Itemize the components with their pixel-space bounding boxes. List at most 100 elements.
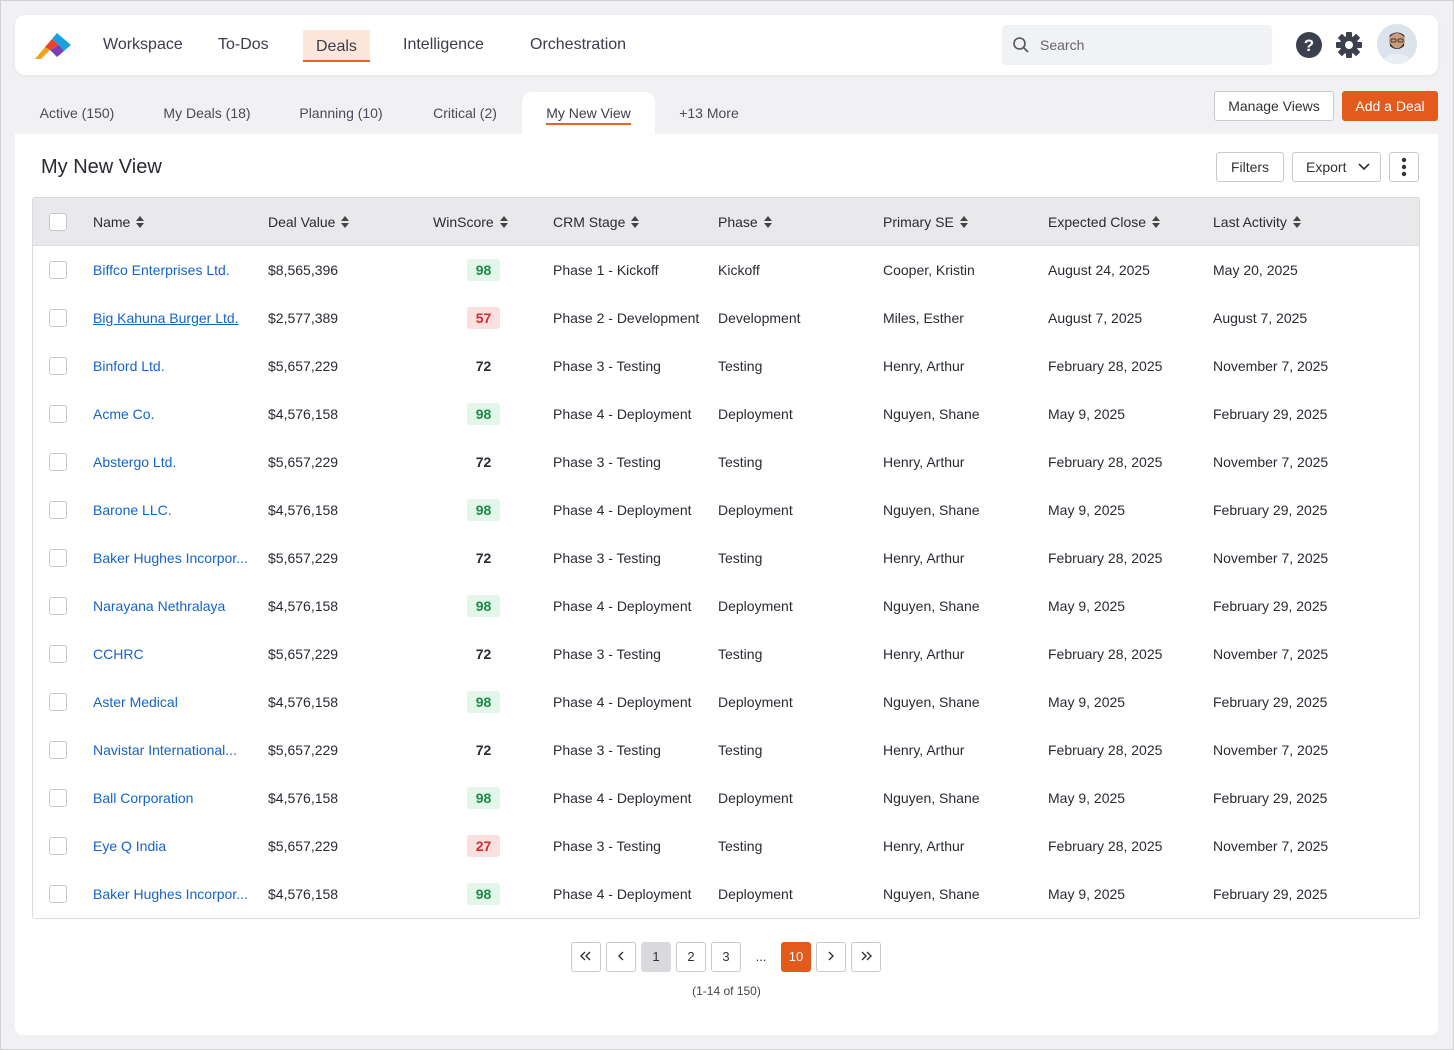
page-button-3[interactable]: 3	[711, 942, 741, 972]
tab-active[interactable]: Active (150)	[28, 92, 126, 134]
row-checkbox[interactable]	[49, 885, 67, 903]
table-header: Name Deal Value WinScore CRM Stage Phase…	[33, 198, 1419, 246]
next-page-button[interactable]	[816, 942, 846, 972]
help-icon[interactable]: ?	[1295, 31, 1323, 59]
phase: Deployment	[718, 406, 793, 422]
deal-value: $5,657,229	[268, 838, 339, 854]
row-checkbox[interactable]	[49, 693, 67, 711]
sort-icon	[499, 215, 508, 228]
filters-button[interactable]: Filters	[1216, 152, 1284, 182]
column-label: Expected Close	[1048, 214, 1147, 230]
row-checkbox[interactable]	[49, 309, 67, 327]
nav-todos[interactable]: To-Dos	[218, 15, 269, 75]
nav-orchestration[interactable]: Orchestration	[530, 15, 626, 75]
winscore-badge: 72	[475, 646, 492, 662]
select-all-checkbox[interactable]	[49, 213, 67, 231]
column-header-name[interactable]: Name	[93, 198, 145, 246]
deal-value: $4,576,158	[268, 406, 339, 422]
phase: Deployment	[718, 886, 793, 902]
deal-value: $5,657,229	[268, 550, 339, 566]
last-activity: November 7, 2025	[1213, 358, 1329, 374]
deal-name-link[interactable]: Baker Hughes Incorpor...	[93, 870, 253, 918]
last-activity: February 29, 2025	[1213, 886, 1328, 902]
more-options-button[interactable]	[1389, 152, 1419, 182]
add-deal-button[interactable]: Add a Deal	[1342, 91, 1438, 121]
tab-my-new-view[interactable]: My New View	[522, 92, 655, 134]
winscore-badge: 98	[467, 499, 500, 521]
row-checkbox[interactable]	[49, 837, 67, 855]
column-header-phase[interactable]: Phase	[718, 198, 772, 246]
primary-se: Nguyen, Shane	[883, 694, 980, 710]
page-button-2[interactable]: 2	[676, 942, 706, 972]
prev-page-button[interactable]	[606, 942, 636, 972]
row-checkbox[interactable]	[49, 357, 67, 375]
winscore-badge: 57	[467, 307, 500, 329]
tab-more[interactable]: +13 More	[668, 92, 750, 134]
expected-close: May 9, 2025	[1048, 886, 1126, 902]
crm-stage: Phase 4 - Deployment	[553, 502, 692, 518]
table-row: Baker Hughes Incorpor... $4,576,158 Phase …	[33, 870, 1419, 918]
last-activity: November 7, 2025	[1213, 838, 1329, 854]
tab-planning[interactable]: Planning (10)	[288, 92, 394, 134]
column-header-expected-close[interactable]: Expected Close	[1048, 198, 1161, 246]
column-header-winscore[interactable]: WinScore	[433, 198, 508, 246]
first-page-button[interactable]	[571, 942, 601, 972]
deal-name-link[interactable]: Eye Q India	[93, 822, 253, 870]
row-checkbox[interactable]	[49, 645, 67, 663]
table-row: CCHRC $5,657,229 Phase 3 - Testing Testing H…	[33, 630, 1419, 678]
search-box[interactable]	[1002, 25, 1272, 65]
last-page-button[interactable]	[851, 942, 881, 972]
tab-my-deals[interactable]: My Deals (18)	[152, 92, 262, 134]
deal-name-link[interactable]: Binford Ltd.	[93, 342, 253, 390]
deal-name-link[interactable]: Baker Hughes Incorpor...	[93, 534, 253, 582]
export-button[interactable]: Export	[1292, 152, 1381, 182]
column-header-primary-se[interactable]: Primary SE	[883, 198, 968, 246]
row-checkbox[interactable]	[49, 405, 67, 423]
row-checkbox[interactable]	[49, 501, 67, 519]
column-header-last-activity[interactable]: Last Activity	[1213, 198, 1301, 246]
deal-name-link[interactable]: CCHRC	[93, 630, 253, 678]
gear-icon[interactable]	[1335, 31, 1363, 59]
deal-name-link[interactable]: Navistar International...	[93, 726, 253, 774]
page-button-1[interactable]: 1	[641, 942, 671, 972]
row-checkbox[interactable]	[49, 453, 67, 471]
crm-stage: Phase 3 - Testing	[553, 742, 661, 758]
primary-se: Cooper, Kristin	[883, 262, 975, 278]
column-label: Deal Value	[268, 214, 336, 230]
search-input[interactable]	[1040, 25, 1260, 65]
winscore-badge: 98	[467, 787, 500, 809]
manage-views-button[interactable]: Manage Views	[1214, 91, 1334, 121]
column-label: Name	[93, 214, 131, 230]
deal-name-link[interactable]: Abstergo Ltd.	[93, 438, 253, 486]
deal-name-link[interactable]: Barone LLC.	[93, 486, 253, 534]
deal-name-link[interactable]: Biffco Enterprises Ltd.	[93, 246, 253, 294]
nav-deals[interactable]: Deals	[303, 30, 370, 62]
column-header-crm-stage[interactable]: CRM Stage	[553, 198, 640, 246]
winscore-badge: 98	[467, 883, 500, 905]
page-button-10[interactable]: 10	[781, 942, 811, 972]
expected-close: May 9, 2025	[1048, 694, 1126, 710]
last-activity: February 29, 2025	[1213, 406, 1328, 422]
row-checkbox[interactable]	[49, 549, 67, 567]
deal-value: $4,576,158	[268, 886, 339, 902]
deals-panel: My New View Filters Export Name Deal Val…	[15, 134, 1438, 1035]
nav-workspace[interactable]: Workspace	[103, 15, 183, 75]
phase: Testing	[718, 454, 763, 470]
user-avatar[interactable]	[1377, 24, 1417, 64]
deal-name-link[interactable]: Big Kahuna Burger Ltd.	[93, 294, 253, 342]
deal-name-link[interactable]: Acme Co.	[93, 390, 253, 438]
deal-name-link[interactable]: Narayana Nethralaya	[93, 582, 253, 630]
row-checkbox[interactable]	[49, 789, 67, 807]
crm-stage: Phase 4 - Deployment	[553, 694, 692, 710]
deal-name-link[interactable]: Aster Medical	[93, 678, 253, 726]
deal-name-link[interactable]: Ball Corporation	[93, 774, 253, 822]
expected-close: February 28, 2025	[1048, 838, 1163, 854]
primary-se: Henry, Arthur	[883, 646, 965, 662]
column-header-deal-value[interactable]: Deal Value	[268, 198, 350, 246]
winscore-badge: 72	[475, 550, 492, 566]
row-checkbox[interactable]	[49, 741, 67, 759]
nav-intelligence[interactable]: Intelligence	[403, 15, 484, 75]
row-checkbox[interactable]	[49, 597, 67, 615]
tab-critical[interactable]: Critical (2)	[420, 92, 510, 134]
row-checkbox[interactable]	[49, 261, 67, 279]
